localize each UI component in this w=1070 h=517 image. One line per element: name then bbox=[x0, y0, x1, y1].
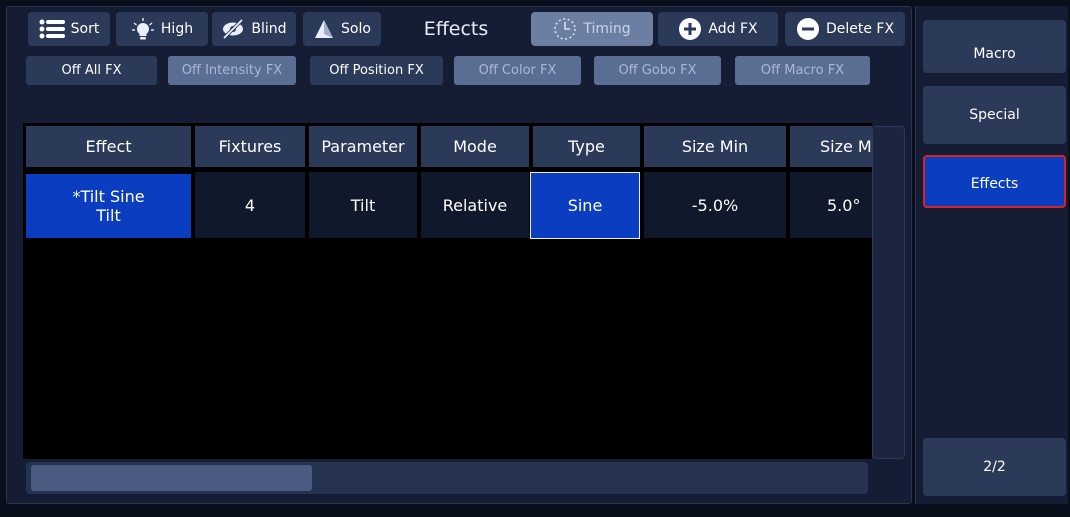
table-row-fixtures-cell[interactable]: 4 bbox=[195, 172, 305, 238]
column-header-fixtures[interactable]: Fixtures bbox=[195, 126, 305, 167]
effect-parameter: Tilt bbox=[96, 206, 121, 225]
page-title: Effects bbox=[423, 18, 489, 40]
solo-button[interactable]: Solo bbox=[303, 12, 381, 46]
timing-label: Timing bbox=[583, 21, 631, 37]
high-label: High bbox=[160, 21, 194, 37]
off-color-fx-button[interactable]: Off Color FX bbox=[454, 56, 581, 85]
off-all-fx-button[interactable]: Off All FX bbox=[26, 56, 157, 85]
plus-circle-icon bbox=[678, 17, 702, 41]
table-row-parameter-cell[interactable]: Tilt bbox=[309, 172, 417, 238]
add-fx-button[interactable]: Add FX bbox=[658, 12, 778, 46]
sort-button[interactable]: Sort bbox=[28, 12, 110, 46]
timing-icon bbox=[553, 17, 577, 41]
minus-circle-icon bbox=[796, 17, 820, 41]
solo-label: Solo bbox=[341, 21, 371, 37]
bulb-icon bbox=[131, 17, 155, 41]
off-macro-fx-button[interactable]: Off Macro FX bbox=[735, 56, 870, 85]
eye-slash-icon bbox=[221, 19, 245, 39]
vertical-scrollbar[interactable] bbox=[872, 126, 905, 459]
timing-button[interactable]: Timing bbox=[531, 12, 653, 46]
page-indicator-button[interactable]: 2/2 bbox=[923, 438, 1066, 496]
column-header-parameter[interactable]: Parameter bbox=[309, 126, 417, 167]
blind-label: Blind bbox=[251, 21, 287, 37]
table-row-effect-cell[interactable]: *Tilt Sine Tilt bbox=[26, 174, 191, 238]
delete-fx-label: Delete FX bbox=[825, 21, 895, 37]
list-icon bbox=[39, 18, 65, 40]
table-row-size-min-cell[interactable]: -5.0% bbox=[644, 172, 786, 238]
side-panel bbox=[915, 6, 1068, 504]
table-row-mode-cell[interactable]: Relative bbox=[421, 172, 529, 238]
effect-name: *Tilt Sine bbox=[72, 187, 145, 206]
sort-label: Sort bbox=[70, 21, 100, 37]
sidebar-item-macro[interactable]: Macro bbox=[923, 20, 1066, 73]
high-button[interactable]: High bbox=[116, 12, 208, 46]
column-header-size-min[interactable]: Size Min bbox=[644, 126, 786, 167]
column-header-type[interactable]: Type bbox=[533, 126, 640, 167]
off-intensity-fx-button[interactable]: Off Intensity FX bbox=[168, 56, 296, 85]
table-row-size-max-cell[interactable]: 5.0° bbox=[790, 172, 872, 238]
column-header-size-max[interactable]: Size M bbox=[790, 126, 872, 167]
sidebar-item-effects[interactable]: Effects bbox=[923, 155, 1066, 208]
sidebar-item-special[interactable]: Special bbox=[923, 86, 1066, 144]
table-row-type-cell[interactable]: Sine bbox=[530, 172, 640, 239]
solo-icon bbox=[313, 18, 335, 40]
off-gobo-fx-button[interactable]: Off Gobo FX bbox=[594, 56, 721, 85]
horizontal-scrollbar-thumb[interactable] bbox=[31, 465, 312, 491]
delete-fx-button[interactable]: Delete FX bbox=[785, 12, 905, 46]
column-header-mode[interactable]: Mode bbox=[421, 126, 529, 167]
add-fx-label: Add FX bbox=[708, 21, 758, 37]
column-header-effect[interactable]: Effect bbox=[26, 126, 191, 167]
blind-button[interactable]: Blind bbox=[212, 12, 296, 46]
off-position-fx-button[interactable]: Off Position FX bbox=[310, 56, 443, 85]
